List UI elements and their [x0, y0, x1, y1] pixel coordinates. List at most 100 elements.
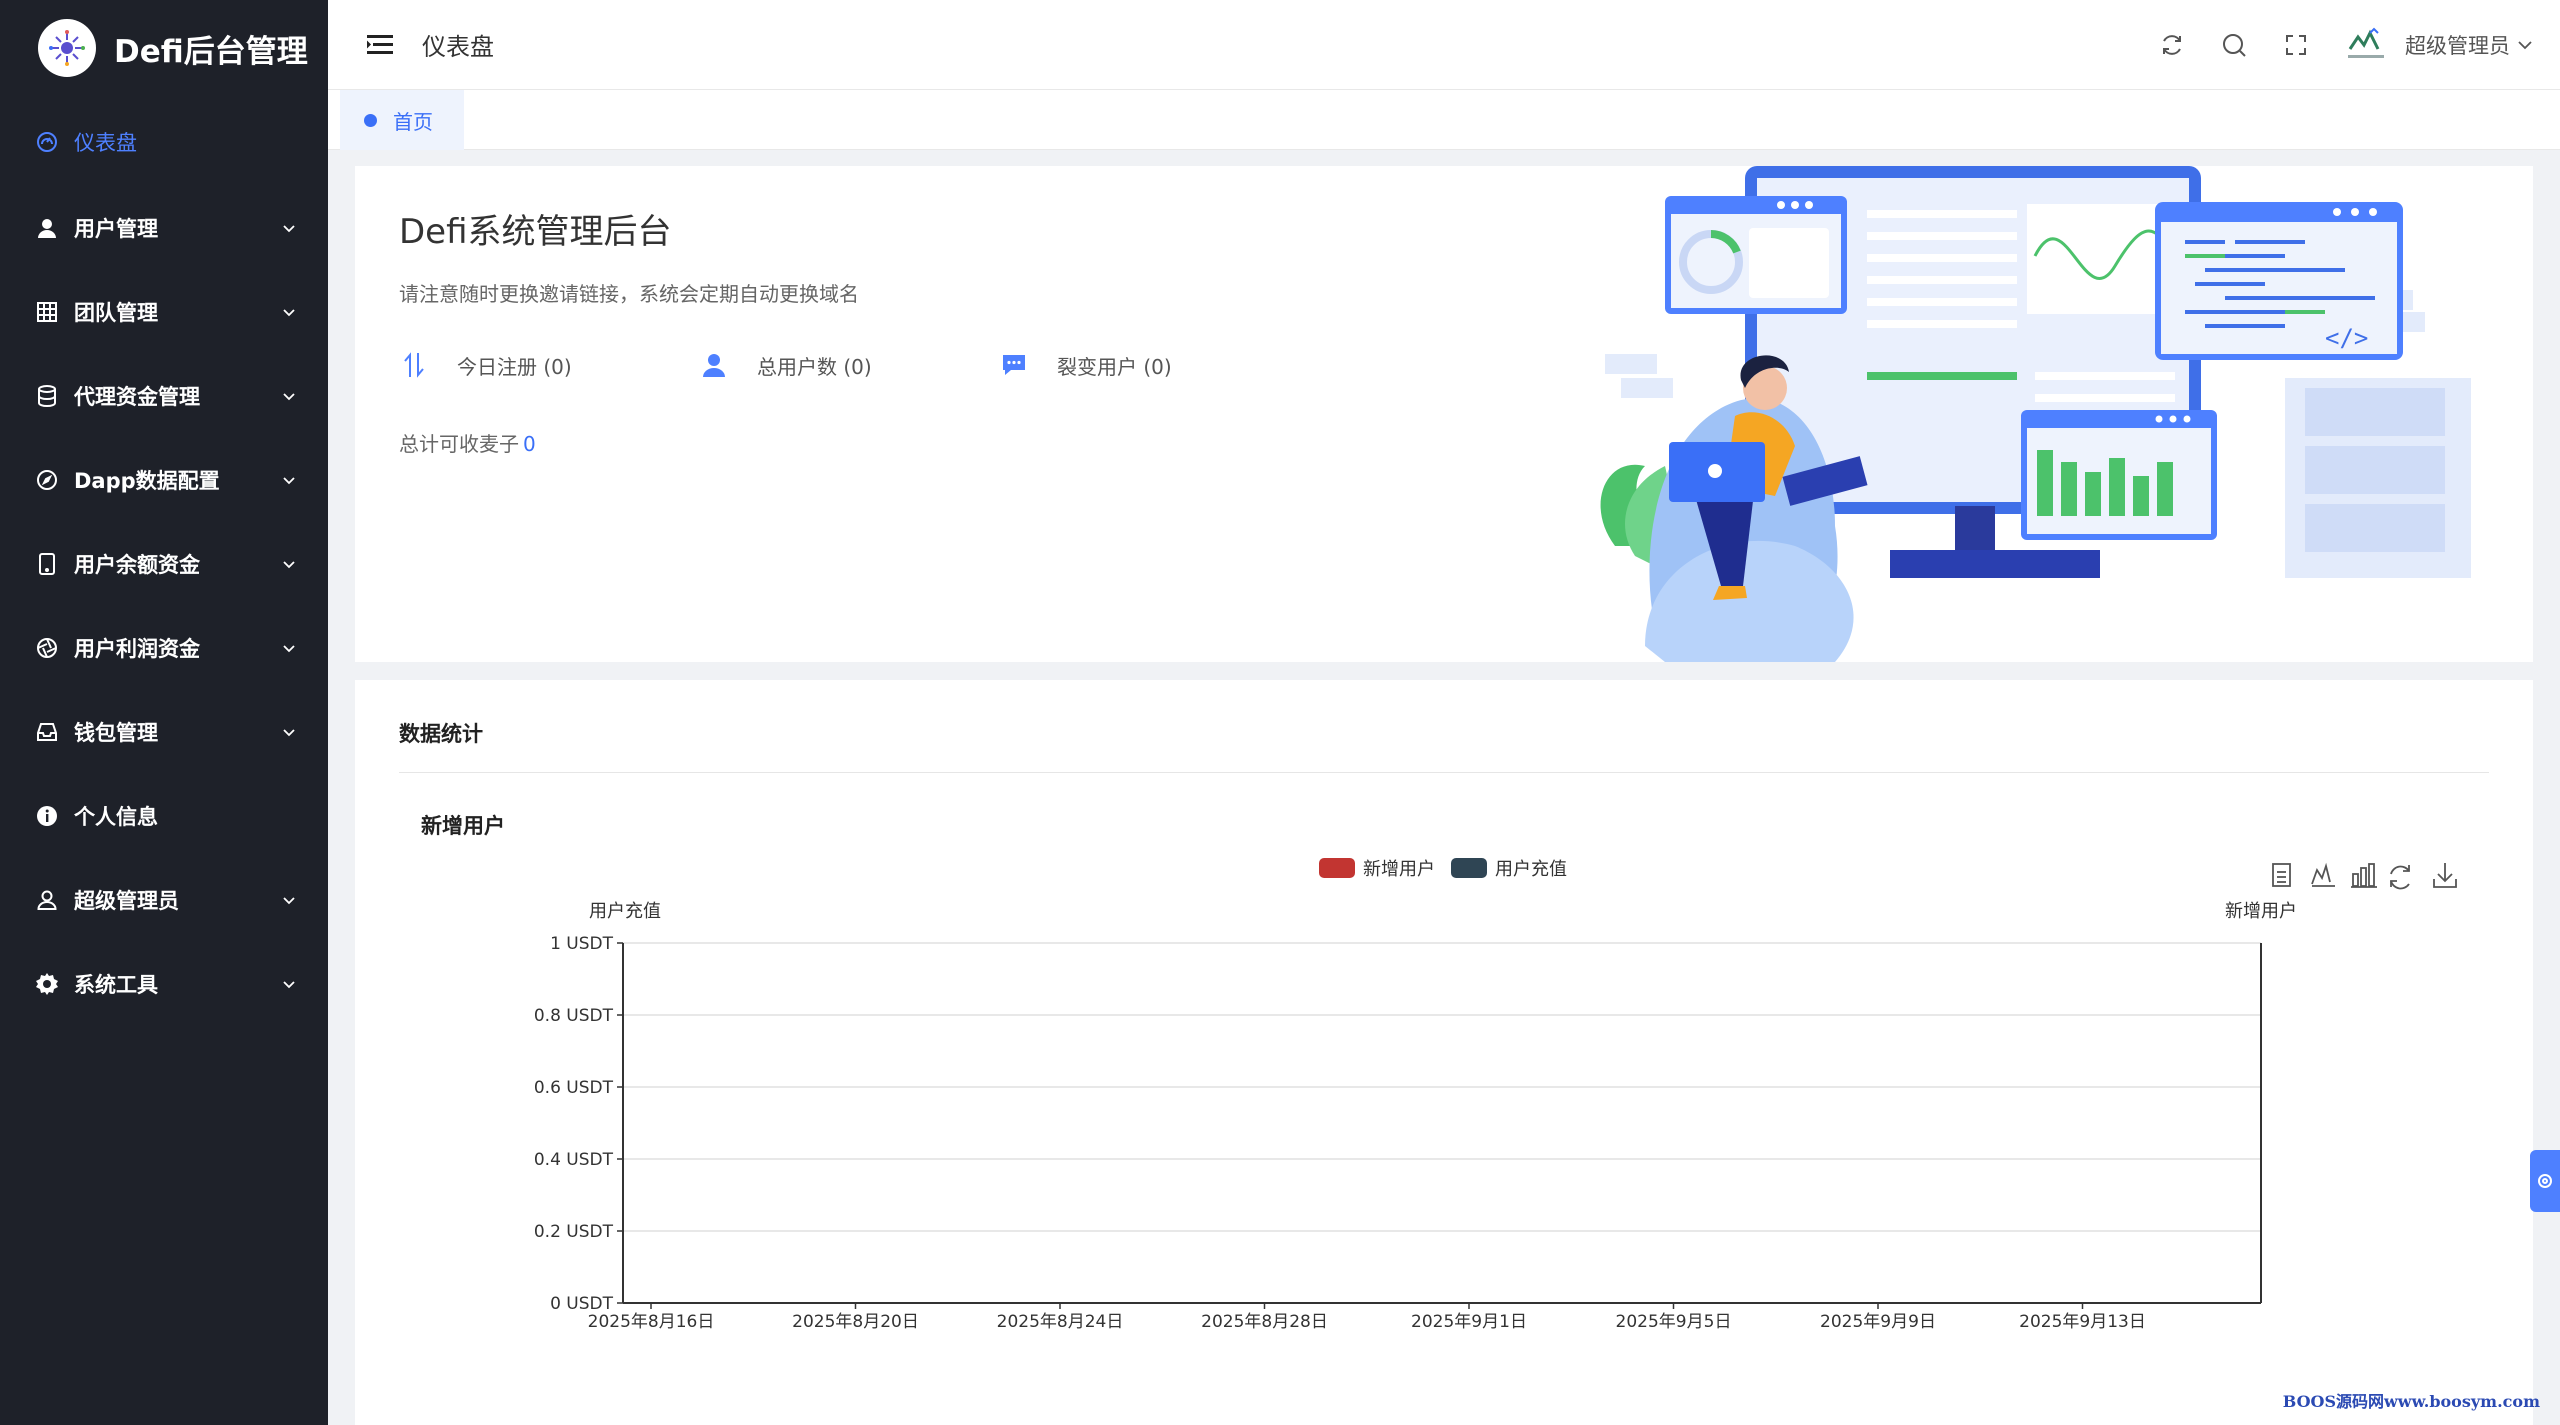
x-tick-label: 2025年9月1日 — [1411, 1312, 1527, 1332]
y-tick-label: 0.6 USDT — [534, 1078, 614, 1098]
x-tick-label: 2025年8月16日 — [588, 1312, 715, 1332]
y-tick-label: 1 USDT — [550, 934, 614, 954]
chevron-down-icon — [283, 309, 295, 317]
brand-title: Defi后台管理 — [114, 33, 308, 70]
chart-legend[interactable]: 新增用户 用户充值 — [1319, 858, 1567, 880]
chevron-down-icon — [283, 645, 295, 653]
active-dot — [364, 113, 377, 127]
welcome-subtitle: 请注意随时更换邀请链接，系统会定期自动更换域名 — [399, 282, 859, 306]
grid-icon — [34, 299, 60, 325]
sidebar-item-label: 团队管理 — [74, 301, 158, 325]
user-icon — [34, 215, 60, 241]
welcome-title: Defi系统管理后台 — [399, 212, 672, 252]
sidebar-item-label: 仪表盘 — [74, 131, 137, 155]
aperture-icon — [34, 635, 60, 661]
sidebar-item-super-admin[interactable]: 超级管理员 — [0, 858, 328, 942]
x-tick-label: 2025年9月9日 — [1820, 1312, 1936, 1332]
info-icon — [34, 803, 60, 829]
chevron-down-icon — [283, 225, 295, 233]
total-label: 总计可收麦子 — [399, 432, 519, 456]
y-axis-right-name: 新增用户 — [2225, 901, 2297, 922]
user-name[interactable]: 超级管理员 — [2405, 30, 2510, 60]
stat-fission-users: 裂变用户 (0) — [999, 350, 1299, 380]
tabs-bar: 首页 — [328, 90, 2560, 150]
chevron-down-icon[interactable] — [2516, 36, 2534, 54]
tablet-icon — [34, 551, 60, 577]
page-title: 仪表盘 — [422, 33, 494, 61]
y-axis-left-name: 用户充值 — [589, 901, 661, 922]
sidebar: Defi后台管理 仪表盘 用户管理 团队管理 代理资金管理 Dapp数据配置 用… — [0, 0, 328, 1425]
inbox-icon — [34, 719, 60, 745]
user-outline-icon — [34, 887, 60, 913]
sidebar-item-dapp-config[interactable]: Dapp数据配置 — [0, 438, 328, 522]
sidebar-item-profile[interactable]: 个人信息 — [0, 774, 328, 858]
data-view-icon[interactable] — [2272, 863, 2291, 887]
dashboard-illustration: </> — [1600, 166, 2471, 662]
y-tick-label: 0.4 USDT — [534, 1150, 614, 1170]
sidebar-item-user-balance[interactable]: 用户余额资金 — [0, 522, 328, 606]
download-icon[interactable] — [2433, 863, 2457, 888]
chat-icon — [999, 350, 1029, 380]
sidebar-item-user-management[interactable]: 用户管理 — [0, 186, 328, 270]
x-tick-label: 2025年8月28日 — [1201, 1312, 1328, 1332]
chevron-down-icon — [283, 561, 295, 569]
total-wheat: 总计可收麦子 0 — [399, 428, 536, 457]
y-tick-label: 0 USDT — [550, 1294, 614, 1314]
x-tick-labels: 2025年8月16日 2025年8月20日 2025年8月24日 2025年8月28日… — [588, 1312, 2146, 1332]
line-chart-icon[interactable] — [2311, 862, 2335, 887]
total-value: 0 — [523, 432, 536, 456]
x-tick-label: 2025年9月5日 — [1616, 1312, 1732, 1332]
y-tick-label: 0.8 USDT — [534, 1006, 614, 1026]
sidebar-item-label: 钱包管理 — [74, 721, 158, 745]
legend-swatch-user-recharge[interactable] — [1451, 858, 1487, 878]
brand[interactable]: Defi后台管理 — [0, 0, 328, 96]
fullscreen-icon[interactable] — [2281, 30, 2311, 60]
sidebar-item-team-management[interactable]: 团队管理 — [0, 270, 328, 354]
data-statistics-card: 数据统计 新增用户 新增用户 用户充值 用户充值 新增用户 0 USDT 0.2 … — [355, 680, 2533, 1425]
stat-label: 今日注册 (0) — [457, 354, 572, 379]
sidebar-item-label: 用户利润资金 — [74, 637, 200, 661]
y-tick-labels: 0 USDT 0.2 USDT 0.4 USDT 0.6 USDT 0.8 USDT 1 … — [534, 934, 614, 1314]
user-icon — [699, 350, 729, 380]
y-tick-label: 0.2 USDT — [534, 1222, 614, 1242]
chevron-down-icon — [283, 477, 295, 485]
sidebar-item-dashboard[interactable]: 仪表盘 — [0, 104, 328, 180]
sidebar-item-user-profit[interactable]: 用户利润资金 — [0, 606, 328, 690]
welcome-card: Defi系统管理后台 请注意随时更换邀请链接，系统会定期自动更换域名 今日注册 … — [355, 166, 2533, 662]
chart-axes — [617, 942, 2262, 1309]
stats-row: 今日注册 (0) 总用户数 (0) 裂变用户 (0) — [399, 350, 1299, 380]
sidebar-item-agent-funds[interactable]: 代理资金管理 — [0, 354, 328, 438]
top-header: 仪表盘 超级管理员 — [328, 0, 2560, 90]
chevron-down-icon — [283, 981, 295, 989]
stat-label: 裂变用户 (0) — [1057, 354, 1172, 379]
header-tools: 超级管理员 — [2157, 0, 2560, 90]
refresh-icon[interactable] — [2157, 30, 2187, 60]
svg-text:</>: </> — [2325, 324, 2368, 352]
gear-icon — [2538, 1174, 2552, 1188]
sidebar-menu: 仪表盘 用户管理 团队管理 代理资金管理 Dapp数据配置 用户余额资金 用户利… — [0, 104, 328, 1026]
chart-toolbox — [2272, 862, 2457, 890]
sidebar-item-label: 个人信息 — [74, 805, 158, 829]
database-icon — [34, 383, 60, 409]
restore-icon[interactable] — [2390, 865, 2410, 890]
sidebar-item-label: 系统工具 — [74, 973, 158, 997]
chart-grid — [623, 942, 2261, 1232]
hamburger-icon[interactable] — [364, 29, 396, 61]
search-icon[interactable] — [2219, 30, 2249, 60]
tab-home[interactable]: 首页 — [340, 90, 464, 150]
spark-logo-icon — [38, 19, 96, 77]
stat-today-register: 今日注册 (0) — [399, 350, 699, 380]
x-tick-label: 2025年9月13日 — [2019, 1312, 2146, 1332]
sidebar-item-wallet[interactable]: 钱包管理 — [0, 690, 328, 774]
stat-label: 总用户数 (0) — [757, 354, 872, 379]
sidebar-item-system-tools[interactable]: 系统工具 — [0, 942, 328, 1026]
bar-chart-icon[interactable] — [2351, 863, 2377, 888]
legend-label[interactable]: 新增用户 — [1363, 859, 1435, 880]
settings-drawer-button[interactable] — [2530, 1150, 2560, 1212]
tab-label: 首页 — [393, 109, 433, 134]
stat-total-users: 总用户数 (0) — [699, 350, 999, 380]
legend-swatch-new-users[interactable] — [1319, 858, 1355, 878]
avatar[interactable] — [2343, 25, 2389, 65]
legend-label[interactable]: 用户充值 — [1495, 859, 1567, 880]
watermark: BOOS源码网www.boosym.com — [2282, 1392, 2540, 1411]
